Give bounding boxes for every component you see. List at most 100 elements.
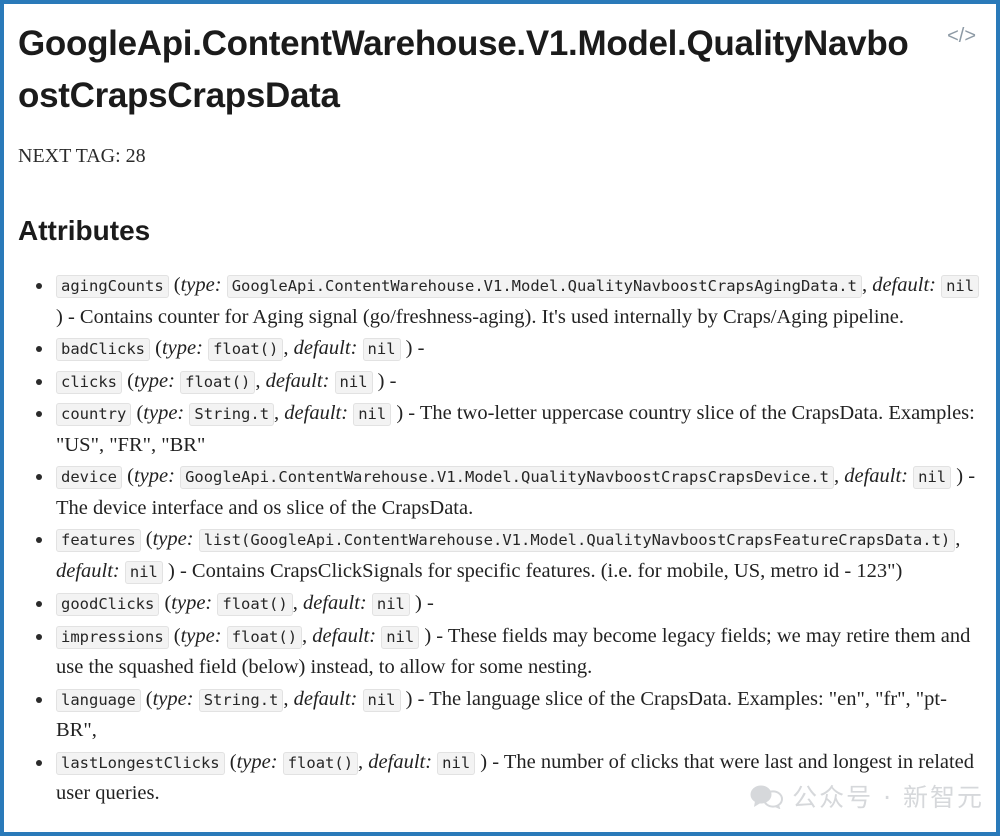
default-label: default: <box>265 369 330 392</box>
open-paren: ( <box>145 687 153 710</box>
comma-separator: , <box>955 528 961 550</box>
attribute-type: float() <box>282 751 359 775</box>
open-paren: ( <box>173 624 181 647</box>
comma-separator: , <box>292 592 303 614</box>
attribute-item: lastLongestClicks (type: float(), defaul… <box>36 747 980 809</box>
default-label: default: <box>844 465 908 487</box>
attribute-type: float() <box>226 625 303 649</box>
attribute-default: nil <box>381 625 420 649</box>
open-paren: ( <box>145 528 153 550</box>
attribute-name: clicks <box>56 370 122 394</box>
comma-separator: , <box>283 687 294 710</box>
attribute-default: nil <box>371 593 410 616</box>
default-label: default: <box>56 559 120 582</box>
attribute-type: GoogleApi.ContentWarehouse.V1.Model.Qual… <box>226 275 862 298</box>
attribute-item: impressions (type: float(), default: nil… <box>36 621 980 683</box>
attribute-default: nil <box>437 751 476 775</box>
attribute-item: language (type: String.t, default: nil )… <box>36 684 980 746</box>
close-paren: ) <box>951 465 969 487</box>
type-label: type: <box>180 624 222 647</box>
close-paren: ) <box>372 369 390 392</box>
next-tag: NEXT TAG: 28 <box>18 145 146 167</box>
open-paren: ( <box>229 750 237 773</box>
close-paren: ) <box>400 687 418 710</box>
comma-separator: , <box>302 624 313 647</box>
attribute-type: float() <box>217 593 293 616</box>
type-label: type: <box>143 402 185 424</box>
description-dash: - <box>67 305 75 328</box>
attribute-default: nil <box>362 688 401 712</box>
section-heading-attributes: Attributes <box>18 215 151 246</box>
comma-separator: , <box>283 337 294 359</box>
attribute-default: nil <box>941 275 980 298</box>
attribute-name: country <box>56 403 132 426</box>
code-view-icon[interactable]: </> <box>947 26 976 46</box>
default-label: default: <box>368 750 433 773</box>
attribute-name: lastLongestClicks <box>56 751 225 775</box>
default-label: default: <box>284 402 349 424</box>
type-label: type: <box>171 592 213 614</box>
open-paren: ( <box>173 274 181 296</box>
default-label: default: <box>312 624 377 647</box>
attribute-default: nil <box>362 338 401 361</box>
description-dash: - <box>426 592 434 614</box>
type-label: type: <box>152 687 194 710</box>
open-paren: ( <box>127 369 134 392</box>
default-label: default: <box>293 337 358 359</box>
attribute-name: features <box>56 529 141 552</box>
type-label: type: <box>180 274 222 296</box>
page-frame: GoogleApi.ContentWarehouse.V1.Model.Qual… <box>0 0 1000 836</box>
comma-separator: , <box>255 369 266 392</box>
title-row: GoogleApi.ContentWarehouse.V1.Model.Qual… <box>18 18 980 122</box>
attribute-type: list(GoogleApi.ContentWarehouse.V1.Model… <box>198 529 956 552</box>
open-paren: ( <box>127 465 134 487</box>
type-label: type: <box>152 528 194 550</box>
attribute-name: device <box>56 466 122 489</box>
close-paren: ) <box>419 624 437 647</box>
attribute-item: goodClicks (type: float(), default: nil … <box>36 588 980 620</box>
attribute-name: agingCounts <box>56 275 169 298</box>
default-label: default: <box>293 687 358 710</box>
close-paren: ) <box>162 559 180 582</box>
attribute-item: badClicks (type: float(), default: nil )… <box>36 333 980 365</box>
comma-separator: , <box>833 465 845 487</box>
close-paren: ) <box>475 750 493 773</box>
attribute-item: device (type: GoogleApi.ContentWarehouse… <box>36 461 980 523</box>
type-label: type: <box>236 750 278 773</box>
attribute-default: nil <box>913 466 952 489</box>
comma-separator: , <box>274 402 285 424</box>
type-label: type: <box>161 337 203 359</box>
attribute-item: clicks (type: float(), default: nil ) - <box>36 366 980 398</box>
attribute-type: float() <box>180 370 256 394</box>
attribute-default: nil <box>124 560 163 584</box>
close-paren: ) <box>56 305 68 328</box>
close-paren: ) <box>409 592 427 614</box>
attribute-default: nil <box>353 403 392 426</box>
attribute-description: Contains CrapsClickSignals for specific … <box>186 559 903 582</box>
type-label: type: <box>133 369 175 392</box>
attribute-type: GoogleApi.ContentWarehouse.V1.Model.Qual… <box>180 466 834 489</box>
attributes-list: agingCounts (type: GoogleApi.ContentWare… <box>18 270 980 809</box>
attribute-item: country (type: String.t, default: nil ) … <box>36 398 980 460</box>
description-dash: - <box>389 369 397 392</box>
attribute-item: agingCounts (type: GoogleApi.ContentWare… <box>36 270 980 332</box>
attribute-type: float() <box>208 338 284 361</box>
attribute-type: String.t <box>189 403 275 426</box>
comma-separator: , <box>358 750 369 773</box>
attribute-description: Contains counter for Aging signal (go/fr… <box>74 305 905 328</box>
attribute-name: goodClicks <box>56 593 160 616</box>
document-body: GoogleApi.ContentWarehouse.V1.Model.Qual… <box>4 4 996 832</box>
close-paren: ) <box>391 402 409 424</box>
default-label: default: <box>302 592 367 614</box>
comma-separator: , <box>861 274 873 296</box>
close-paren: ) <box>400 337 418 359</box>
attribute-name: impressions <box>56 625 169 649</box>
page-title: GoogleApi.ContentWarehouse.V1.Model.Qual… <box>18 24 909 115</box>
attribute-name: badClicks <box>56 338 150 361</box>
attribute-type: String.t <box>198 688 284 712</box>
attribute-name: language <box>56 688 141 712</box>
type-label: type: <box>133 465 175 487</box>
open-paren: ( <box>155 337 162 359</box>
description-dash: - <box>179 559 187 582</box>
description-dash: - <box>417 337 425 359</box>
